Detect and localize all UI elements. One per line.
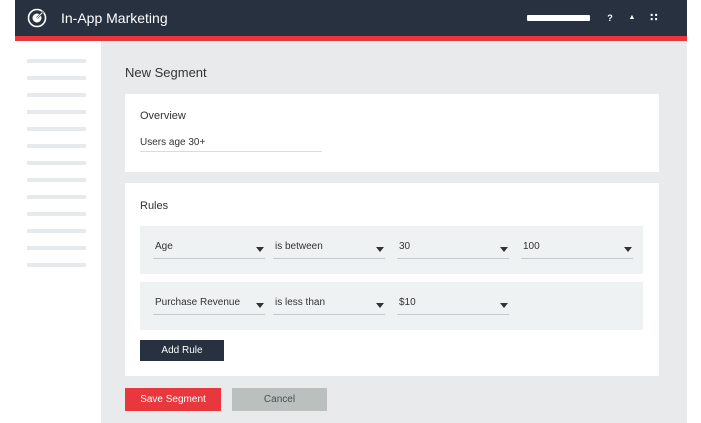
chevron-down-icon — [376, 247, 384, 252]
sidebar-item[interactable] — [27, 144, 86, 148]
header-accent-bar — [15, 36, 687, 41]
sidebar — [15, 41, 101, 423]
sidebar-item[interactable] — [27, 263, 86, 267]
sidebar-item[interactable] — [27, 110, 86, 114]
rule-operator-value: is between — [275, 241, 323, 252]
rule-value: $10 — [399, 297, 416, 308]
chevron-down-icon — [624, 247, 632, 252]
sidebar-item[interactable] — [27, 76, 86, 80]
rule-field-select[interactable]: Age — [153, 239, 265, 259]
cancel-button[interactable]: Cancel — [232, 388, 327, 411]
sidebar-item[interactable] — [27, 246, 86, 250]
rule-row: Age is between 30 100 — [140, 226, 643, 274]
target-icon[interactable] — [27, 8, 47, 28]
rule-field-select[interactable]: Purchase Revenue — [153, 295, 265, 315]
sidebar-item[interactable] — [27, 229, 86, 233]
sidebar-item[interactable] — [27, 93, 86, 97]
rule-value-select[interactable]: 30 — [397, 239, 509, 259]
user-icon[interactable]: ▲ — [626, 11, 638, 25]
rule-row: Purchase Revenue is less than $10 — [140, 282, 643, 330]
sidebar-item[interactable] — [27, 178, 86, 182]
apps-grid-icon[interactable]: ∷ — [648, 11, 660, 25]
overview-card: Overview — [125, 94, 659, 172]
sidebar-item[interactable] — [27, 212, 86, 216]
chevron-down-icon — [500, 303, 508, 308]
chevron-down-icon — [500, 247, 508, 252]
rule-field-value: Age — [155, 241, 173, 252]
help-icon[interactable]: ? — [604, 11, 616, 25]
rule-operator-select[interactable]: is less than — [273, 295, 385, 315]
rule-value2-select[interactable]: 100 — [521, 239, 633, 259]
top-bar: In-App Marketing ? ▲ ∷ — [15, 0, 687, 36]
app-title: In-App Marketing — [61, 10, 168, 26]
rules-heading: Rules — [140, 200, 169, 212]
page-title: New Segment — [125, 65, 207, 80]
chevron-down-icon — [376, 303, 384, 308]
chevron-down-icon — [256, 303, 264, 308]
rule-value: 30 — [399, 241, 411, 252]
sidebar-item[interactable] — [27, 161, 86, 165]
add-rule-button[interactable]: Add Rule — [140, 340, 224, 361]
sidebar-item[interactable] — [27, 59, 86, 63]
save-segment-button[interactable]: Save Segment — [125, 388, 221, 411]
chevron-down-icon — [256, 247, 264, 252]
rule-value-select[interactable]: $10 — [397, 295, 509, 315]
sidebar-item[interactable] — [27, 127, 86, 131]
sidebar-item[interactable] — [27, 195, 86, 199]
rule-operator-value: is less than — [275, 297, 326, 308]
rule-field-value: Purchase Revenue — [155, 297, 241, 308]
search-bar[interactable] — [527, 15, 590, 21]
rule-value2: 100 — [523, 241, 540, 252]
rule-operator-select[interactable]: is between — [273, 239, 385, 259]
overview-heading: Overview — [140, 110, 186, 122]
segment-name-input[interactable] — [140, 133, 322, 152]
app-window: In-App Marketing ? ▲ ∷ New Segment Overv… — [15, 0, 687, 423]
